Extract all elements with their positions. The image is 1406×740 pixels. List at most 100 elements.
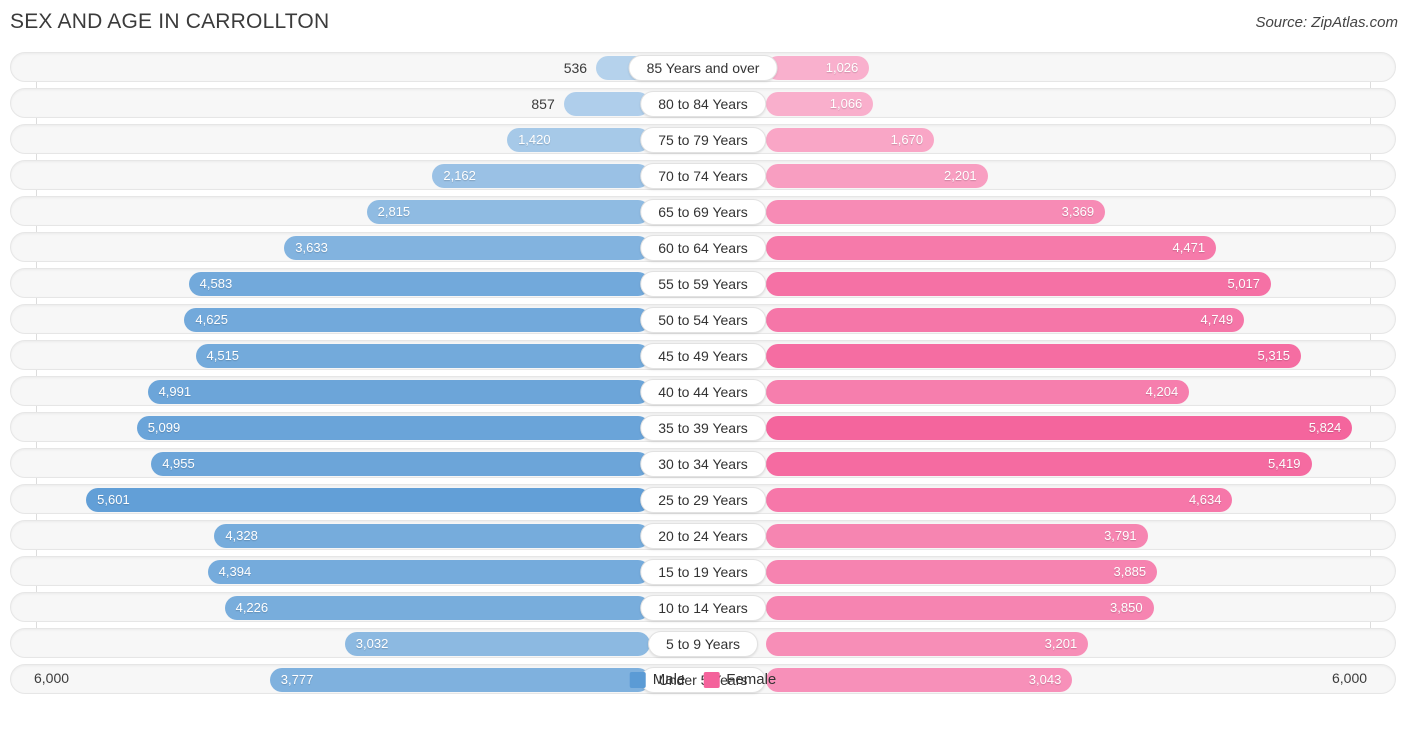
table-row[interactable]: 3,032 3,201 5 to 9 Years [10, 628, 1396, 658]
table-row[interactable]: 536 1,026 85 Years and over [10, 52, 1396, 82]
female-value-label: 5,824 [1308, 420, 1342, 435]
male-value-label: 2,162 [443, 168, 476, 183]
age-group-label: 65 to 69 Years [640, 199, 766, 225]
female-value-label: 4,471 [1172, 240, 1206, 255]
female-value-label: 4,204 [1145, 384, 1179, 399]
female-value-label: 1,066 [829, 96, 863, 111]
male-bar[interactable] [563, 92, 650, 116]
male-value-label: 4,625 [195, 312, 228, 327]
table-row[interactable]: 2,815 3,369 65 to 69 Years [10, 196, 1396, 226]
table-row[interactable]: 4,583 5,017 55 to 59 Years [10, 268, 1396, 298]
age-group-label: 20 to 24 Years [640, 523, 766, 549]
female-value-label: 3,201 [1044, 636, 1078, 651]
male-bar[interactable]: 2,162 [432, 164, 650, 188]
male-bar[interactable]: 4,515 [195, 344, 650, 368]
male-value-label: 4,991 [158, 384, 192, 399]
female-value-label: 5,017 [1227, 276, 1261, 291]
male-value-label: 2,815 [377, 204, 411, 219]
female-bar[interactable]: 4,204 [766, 380, 1190, 404]
age-group-label: 75 to 79 Years [640, 127, 766, 153]
male-bar[interactable]: 4,625 [184, 308, 650, 332]
legend-swatch-icon [703, 671, 720, 688]
female-bar[interactable]: 4,749 [766, 308, 1245, 332]
male-bar[interactable]: 4,328 [214, 524, 650, 548]
legend-label: Male [652, 671, 686, 688]
female-bar[interactable]: 1,026 [766, 56, 870, 80]
female-bar[interactable]: 1,670 [766, 128, 935, 152]
female-bar[interactable]: 3,850 [766, 596, 1154, 620]
age-group-label: 80 to 84 Years [640, 91, 766, 117]
age-group-label: 60 to 64 Years [640, 235, 766, 261]
male-value-label: 3,633 [295, 240, 328, 255]
table-row[interactable]: 2,162 2,201 70 to 74 Years [10, 160, 1396, 190]
table-row[interactable]: 857 1,066 80 to 84 Years [10, 88, 1396, 118]
male-bar[interactable]: 4,394 [207, 560, 650, 584]
female-bar[interactable]: 1,066 [766, 92, 874, 116]
male-value-label: 4,583 [199, 276, 233, 291]
axis-label-right: 6,000 [1332, 670, 1368, 686]
female-value-label: 5,419 [1267, 456, 1301, 471]
male-bar[interactable]: 4,955 [151, 452, 650, 476]
age-group-label: 45 to 49 Years [640, 343, 766, 369]
axis-label-left: 6,000 [34, 670, 70, 686]
female-bar[interactable]: 3,791 [766, 524, 1148, 548]
female-value-label: 3,369 [1061, 204, 1095, 219]
female-bar[interactable]: 2,201 [766, 164, 988, 188]
male-bar[interactable]: 4,583 [188, 272, 650, 296]
male-value-label: 3,032 [355, 636, 389, 651]
table-row[interactable]: 4,515 5,315 45 to 49 Years [10, 340, 1396, 370]
female-value-label: 4,749 [1200, 312, 1234, 327]
legend-item-male[interactable]: Male [629, 671, 686, 688]
female-value-label: 3,791 [1104, 528, 1137, 543]
male-value-label: 4,955 [162, 456, 195, 471]
male-bar[interactable]: 1,420 [507, 128, 650, 152]
female-bar[interactable]: 5,824 [766, 416, 1353, 440]
male-value-label: 4,394 [218, 564, 252, 579]
table-row[interactable]: 4,625 4,749 50 to 54 Years [10, 304, 1396, 334]
female-bar[interactable]: 3,201 [766, 632, 1089, 656]
female-bar[interactable]: 5,419 [766, 452, 1312, 476]
legend-label: Female [726, 671, 777, 688]
population-pyramid-chart: SEX AND AGE IN CARROLLTON Source: ZipAtl… [0, 0, 1406, 740]
male-value-label: 4,226 [235, 600, 269, 615]
age-group-label: 85 Years and over [628, 55, 778, 81]
table-row[interactable]: 4,955 5,419 30 to 34 Years [10, 448, 1396, 478]
male-bar[interactable]: 5,601 [86, 488, 650, 512]
table-row[interactable]: 4,328 3,791 20 to 24 Years [10, 520, 1396, 550]
age-group-label: 40 to 44 Years [640, 379, 766, 405]
table-row[interactable]: 3,633 4,471 60 to 64 Years [10, 232, 1396, 262]
table-row[interactable]: 5,099 5,824 35 to 39 Years [10, 412, 1396, 442]
female-bar[interactable]: 3,885 [766, 560, 1158, 584]
age-group-label: 30 to 34 Years [640, 451, 766, 477]
table-row[interactable]: 4,991 4,204 40 to 44 Years [10, 376, 1396, 406]
female-value-label: 3,850 [1110, 600, 1143, 615]
legend-swatch-icon [629, 671, 646, 688]
chart-legend: Male Female [629, 671, 776, 688]
male-value-label: 536 [563, 60, 588, 76]
male-value-label: 5,601 [97, 492, 130, 507]
table-row[interactable]: 1,420 1,670 75 to 79 Years [10, 124, 1396, 154]
male-bar[interactable]: 3,032 [344, 632, 650, 656]
male-bar[interactable]: 2,815 [366, 200, 650, 224]
male-value-label: 857 [531, 96, 555, 112]
female-value-label: 1,026 [825, 60, 859, 75]
female-value-label: 2,201 [944, 168, 977, 183]
female-bar[interactable]: 3,369 [766, 200, 1106, 224]
female-bar[interactable]: 5,017 [766, 272, 1272, 296]
female-bar[interactable]: 4,471 [766, 236, 1217, 260]
source-attribution: Source: ZipAtlas.com [1255, 14, 1398, 31]
male-bar[interactable]: 4,991 [147, 380, 650, 404]
age-group-label: 50 to 54 Years [640, 307, 766, 333]
female-bar[interactable]: 3,043 [766, 668, 1073, 692]
male-bar[interactable]: 4,226 [224, 596, 650, 620]
female-bar[interactable]: 5,315 [766, 344, 1302, 368]
female-bar[interactable]: 4,634 [766, 488, 1233, 512]
table-row[interactable]: 5,601 4,634 25 to 29 Years [10, 484, 1396, 514]
age-group-label: 70 to 74 Years [640, 163, 766, 189]
table-row[interactable]: 4,226 3,850 10 to 14 Years [10, 592, 1396, 622]
table-row[interactable]: 4,394 3,885 15 to 19 Years [10, 556, 1396, 586]
legend-item-female[interactable]: Female [703, 671, 776, 688]
male-bar[interactable]: 3,777 [269, 668, 650, 692]
male-bar[interactable]: 5,099 [136, 416, 650, 440]
male-bar[interactable]: 3,633 [284, 236, 650, 260]
